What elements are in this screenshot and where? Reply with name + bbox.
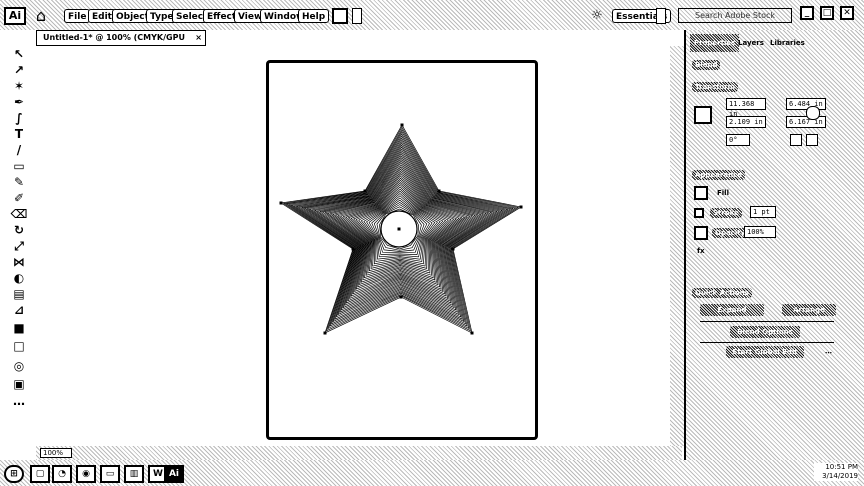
start-button-icon[interactable]: ⊞: [4, 465, 24, 483]
fx-icon[interactable]: fx: [694, 246, 708, 256]
anchor-point: [437, 189, 441, 193]
anchor-point: [363, 189, 367, 193]
tools-panel: ↖ ↗ ✶ ✒ ∫ T / ▭ ✎ ✐ ⌫ ↻ ⤢ ⋈ ◐ ▤ ⊿ ■ □ ◎ …: [0, 32, 36, 462]
tab-layers[interactable]: Layers: [734, 34, 768, 52]
zoom-field[interactable]: 100%: [40, 448, 72, 458]
workspace-chevron-icon[interactable]: [656, 8, 666, 24]
app-logo: Ai: [4, 7, 26, 25]
arrange-chevron-icon[interactable]: [352, 8, 362, 24]
constrain-proportions-icon[interactable]: [806, 106, 820, 120]
fill-swatch-icon[interactable]: ■: [10, 320, 28, 336]
anchor-point: [399, 295, 403, 299]
clock-time: 10:51 PM: [825, 463, 858, 471]
anchor-point: [400, 123, 404, 127]
opacity-icon: [694, 226, 708, 240]
anchor-point: [397, 227, 401, 231]
tab-properties[interactable]: Properties: [690, 34, 740, 52]
close-icon[interactable]: ✕: [840, 6, 854, 20]
blend-options-button[interactable]: Blend Options: [730, 326, 800, 338]
stroke-swatch[interactable]: [694, 208, 704, 218]
tab-libraries[interactable]: Libraries: [766, 34, 809, 52]
draw-mode-icon[interactable]: ◎: [10, 358, 28, 374]
menu-file[interactable]: File: [64, 9, 91, 23]
home-icon[interactable]: ⌂: [30, 6, 52, 26]
anchor-point: [470, 331, 474, 335]
menu-bar: Ai ⌂ File Edit Object Type Select Effect…: [0, 0, 864, 30]
eyedropper-tool-icon[interactable]: ⊿: [10, 302, 28, 318]
line-tool-icon[interactable]: /: [10, 142, 28, 158]
reference-point-icon[interactable]: [694, 106, 712, 124]
appearance-heading: Appearance: [692, 170, 745, 180]
anchor-point: [323, 331, 327, 335]
y-field[interactable]: 2.109 in: [726, 116, 766, 128]
vertical-scrollbar[interactable]: [670, 46, 684, 446]
taskbar: ⊞ ▢ ◔ ◉ ▭ ▥ W Ai 10:51 PM 3/14/2019: [0, 460, 864, 486]
taskbar-app-icon[interactable]: ◉: [76, 465, 96, 483]
menu-help[interactable]: Help: [298, 9, 330, 23]
anchor-point: [279, 201, 283, 205]
edit-toolbar-icon[interactable]: ⋯: [10, 396, 28, 412]
taskbar-app-icon[interactable]: ▥: [124, 465, 144, 483]
expand-button[interactable]: Expand: [700, 304, 764, 316]
rotate-tool-icon[interactable]: ↻: [10, 222, 28, 238]
transform-heading: Transform: [692, 82, 738, 92]
flip-vertical-icon[interactable]: [806, 134, 818, 146]
magic-wand-tool-icon[interactable]: ✶: [10, 78, 28, 94]
fill-swatch[interactable]: [694, 186, 708, 200]
gradient-tool-icon[interactable]: ▤: [10, 286, 28, 302]
lightbulb-icon[interactable]: ☼: [586, 6, 608, 26]
taskbar-app-icon[interactable]: ▭: [100, 465, 120, 483]
arrange-button[interactable]: Arrange: [782, 304, 836, 316]
shape-builder-tool-icon[interactable]: ◐: [10, 270, 28, 286]
search-input[interactable]: Search Adobe Stock: [678, 8, 792, 23]
divider: [700, 342, 834, 343]
anchor-point: [451, 247, 455, 251]
close-tab-icon[interactable]: ×: [195, 31, 202, 45]
flip-horizontal-icon[interactable]: [790, 134, 802, 146]
stroke-weight-field[interactable]: 1 pt: [750, 206, 776, 218]
x-field[interactable]: 11.368 in: [726, 98, 766, 118]
selection-type-label: Blend: [692, 60, 721, 70]
maximize-icon[interactable]: □: [820, 6, 834, 20]
paintbrush-tool-icon[interactable]: ✎: [10, 174, 28, 190]
curvature-tool-icon[interactable]: ∫: [10, 110, 28, 126]
more-options-icon[interactable]: ⋯: [822, 348, 835, 358]
direct-selection-tool-icon[interactable]: ↗: [10, 62, 28, 78]
pen-tool-icon[interactable]: ✒: [10, 94, 28, 110]
stroke-swatch-icon[interactable]: □: [10, 338, 28, 354]
quick-actions-heading: Quick Actions: [692, 288, 752, 298]
eraser-tool-icon[interactable]: ⌫: [10, 206, 28, 222]
type-tool-icon[interactable]: T: [10, 126, 28, 142]
divider: [700, 321, 834, 322]
taskbar-app-icon[interactable]: ▢: [30, 465, 50, 483]
blend-star-artwork[interactable]: [269, 63, 535, 437]
screen-mode-icon[interactable]: ▣: [10, 376, 28, 392]
opacity-field[interactable]: 100%: [744, 226, 776, 238]
rectangle-tool-icon[interactable]: ▭: [10, 158, 28, 174]
status-bar: 100%: [36, 446, 682, 460]
h-field[interactable]: 6.167 in: [786, 116, 826, 128]
anchor-point: [519, 205, 523, 209]
system-clock: 10:51 PM 3/14/2019: [814, 463, 858, 481]
taskbar-app-icon[interactable]: ◔: [52, 465, 72, 483]
clock-date: 3/14/2019: [822, 472, 858, 480]
opacity-label[interactable]: Opacity: [712, 228, 749, 238]
arrange-documents-icon[interactable]: [332, 8, 348, 24]
anchor-point: [351, 247, 355, 251]
rotate-field[interactable]: 0°: [726, 134, 750, 146]
fill-label: Fill: [717, 189, 729, 197]
properties-panel: Properties Layers Libraries Blend Transf…: [684, 30, 864, 460]
start-global-edit-button[interactable]: Start Global Edit: [726, 346, 804, 358]
stroke-label[interactable]: Stroke: [710, 208, 742, 218]
taskbar-illustrator-icon[interactable]: Ai: [164, 465, 184, 483]
minimize-icon[interactable]: _: [800, 6, 814, 20]
selection-tool-icon[interactable]: ↖: [10, 46, 28, 62]
shaper-tool-icon[interactable]: ✐: [10, 190, 28, 206]
artboard[interactable]: [266, 60, 538, 440]
scale-tool-icon[interactable]: ⤢: [10, 238, 28, 254]
document-tab[interactable]: Untitled-1* @ 100% (CMYK/GPU Preview) ×: [36, 30, 206, 56]
width-tool-icon[interactable]: ⋈: [10, 254, 28, 270]
